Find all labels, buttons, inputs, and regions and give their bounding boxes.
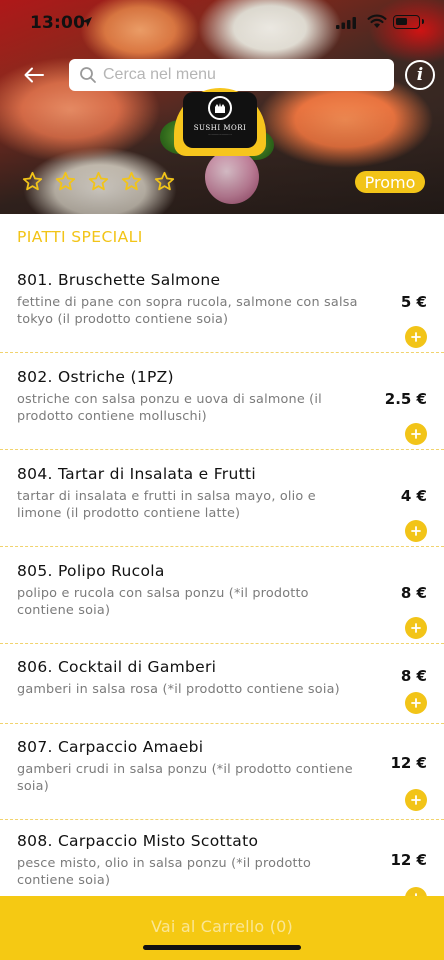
item-description: fettine di pane con sopra rucola, salmon… bbox=[17, 295, 358, 327]
menu-item[interactable]: 805. Polipo Rucola polipo e rucola con s… bbox=[0, 548, 444, 644]
item-price: 2.5 € bbox=[384, 390, 427, 408]
star-icon bbox=[22, 171, 43, 191]
item-price: 4 € bbox=[400, 487, 427, 505]
logo-emblem-icon bbox=[208, 96, 232, 120]
item-price: 8 € bbox=[400, 667, 427, 685]
item-price: 12 € bbox=[390, 754, 427, 772]
plus-icon bbox=[411, 429, 421, 439]
item-price: 5 € bbox=[400, 293, 427, 311]
item-name: 802. Ostriche (1PZ) bbox=[17, 368, 174, 386]
add-item-button[interactable] bbox=[405, 692, 427, 714]
add-item-button[interactable] bbox=[405, 520, 427, 542]
cart-button-label: Vai al Carrello (0) bbox=[151, 917, 293, 936]
plus-icon bbox=[411, 795, 421, 805]
item-description: gamberi in salsa rosa (*il prodotto cont… bbox=[17, 682, 340, 697]
item-name: 806. Cocktail di Gamberi bbox=[17, 658, 217, 676]
item-price: 8 € bbox=[400, 584, 427, 602]
plus-icon bbox=[411, 526, 421, 536]
promo-badge[interactable]: Promo bbox=[355, 171, 425, 193]
status-time: 13:00 bbox=[30, 13, 86, 33]
add-item-button[interactable] bbox=[405, 423, 427, 445]
hero-banner: 13:00 i bbox=[0, 0, 444, 214]
section-title: PIATTI SPECIALI bbox=[17, 228, 143, 246]
item-description: tartar di insalata e frutti in salsa may… bbox=[17, 489, 316, 521]
star-icon bbox=[121, 171, 142, 191]
back-button[interactable] bbox=[18, 60, 50, 90]
search-input[interactable] bbox=[103, 66, 383, 84]
status-bar: 13:00 bbox=[0, 0, 444, 46]
cart-button[interactable]: Vai al Carrello (0) bbox=[0, 896, 444, 960]
home-indicator[interactable] bbox=[143, 945, 301, 950]
signal-icon bbox=[336, 17, 356, 29]
rating-stars bbox=[22, 171, 175, 192]
info-icon: i bbox=[416, 65, 424, 85]
logo-name: SUSHI MORI bbox=[193, 124, 247, 132]
menu-item[interactable]: 806. Cocktail di Gamberi gamberi in sals… bbox=[0, 644, 444, 724]
menu-item[interactable]: 801. Bruschette Salmone fettine di pane … bbox=[0, 257, 444, 353]
location-arrow-icon bbox=[82, 17, 92, 27]
plus-icon bbox=[411, 623, 421, 633]
item-name: 807. Carpaccio Amaebi bbox=[17, 738, 204, 756]
plus-icon bbox=[411, 698, 421, 708]
add-item-button[interactable] bbox=[405, 326, 427, 348]
item-name: 808. Carpaccio Misto Scottato bbox=[17, 832, 259, 850]
item-description: ostriche con salsa ponzu e uova di salmo… bbox=[17, 392, 322, 424]
info-button[interactable]: i bbox=[405, 60, 435, 90]
item-name: 801. Bruschette Salmone bbox=[17, 271, 221, 289]
item-name: 805. Polipo Rucola bbox=[17, 562, 165, 580]
restaurant-logo: SUSHI MORI ····················· bbox=[174, 88, 266, 168]
star-icon bbox=[55, 171, 76, 191]
add-item-button[interactable] bbox=[405, 617, 427, 639]
battery-icon bbox=[393, 15, 424, 29]
item-description: pesce misto, olio in salsa ponzu (*il pr… bbox=[17, 856, 311, 888]
add-item-button[interactable] bbox=[405, 789, 427, 811]
star-icon bbox=[154, 171, 175, 191]
plus-icon bbox=[411, 332, 421, 342]
item-description: polipo e rucola con salsa ponzu (*il pro… bbox=[17, 586, 309, 618]
menu-item[interactable]: 804. Tartar di Insalata e Frutti tartar … bbox=[0, 451, 444, 547]
wifi-icon bbox=[367, 14, 387, 28]
menu-item[interactable]: 807. Carpaccio Amaebi gamberi crudi in s… bbox=[0, 724, 444, 820]
search-bar[interactable] bbox=[69, 59, 394, 91]
item-price: 12 € bbox=[390, 851, 427, 869]
back-arrow-icon bbox=[24, 67, 44, 83]
star-icon bbox=[88, 171, 109, 191]
search-icon bbox=[80, 67, 96, 83]
item-description: gamberi crudi in salsa ponzu (*il prodot… bbox=[17, 762, 353, 794]
item-name: 804. Tartar di Insalata e Frutti bbox=[17, 465, 256, 483]
menu-item[interactable]: 802. Ostriche (1PZ) ostriche con salsa p… bbox=[0, 354, 444, 450]
